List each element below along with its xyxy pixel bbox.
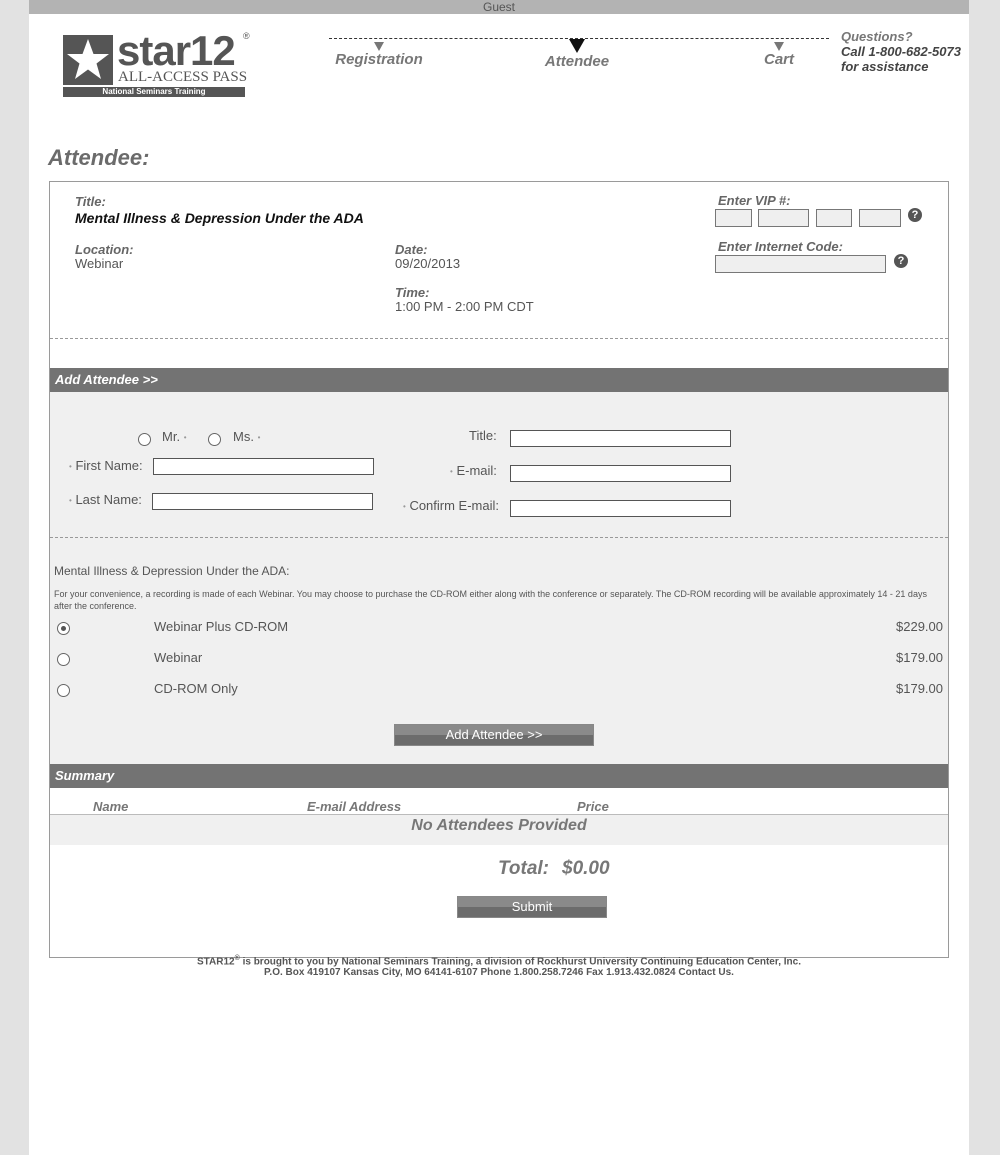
vip-input-3[interactable] [816,209,852,227]
option-cdrom-only-price: $179.00 [896,681,943,696]
footer-line-1: STAR12® is brought to you by National Se… [29,955,969,967]
time-label: Time: [395,285,430,300]
logo-bar: National Seminars Training [63,87,245,97]
email-label-text: E-mail: [456,463,497,478]
step-arrow-icon [374,42,384,51]
date-label: Date: [395,242,428,257]
logo-wordmark: star12 [117,27,236,74]
option-webinar-plus-cdrom-radio[interactable] [57,622,70,635]
required-mark: • [183,433,187,443]
product-note: For your convenience, a recording is mad… [54,589,927,611]
required-mark: • [257,433,261,443]
vip-input-1[interactable] [715,209,752,227]
title-field-label: Title: [469,428,497,443]
summary-header-label: Summary [55,768,115,783]
last-name-label: • Last Name: [69,492,142,507]
page-title: Attendee: [48,145,150,170]
location-value: Webinar [75,256,124,271]
vip-input-4[interactable] [859,209,901,227]
footer-line-2: P.O. Box 419107 Kansas City, MO 64141-61… [264,967,734,978]
step-registration[interactable]: Registration [329,42,429,68]
footer-line1-rest: is brought to you by National Seminars T… [239,956,801,968]
option-webinar-plus-cdrom-label: Webinar Plus CD-ROM [154,619,289,634]
option-webinar-price: $179.00 [896,650,943,665]
option-cdrom-only-label: CD-ROM Only [154,681,238,696]
add-attendee-header-label: Add Attendee >> [55,372,158,387]
step-label: Attendee [544,53,610,70]
guest-bar: Guest [29,0,969,14]
star-icon [63,35,113,85]
divider [50,537,948,538]
questions-heading: Questions? [841,29,913,44]
required-mark: • [69,496,72,506]
confirm-email-label: • Confirm E-mail: [403,498,499,513]
confirm-email-label-text: Confirm E-mail: [409,498,500,513]
email-input[interactable] [510,465,731,482]
title-input[interactable] [510,430,731,447]
summary-empty-row: No Attendees Provided [50,814,948,845]
option-webinar-label: Webinar [154,650,203,665]
internet-code-help-icon[interactable]: ? [894,254,908,268]
product-heading: Mental Illness & Depression Under the AD… [54,564,290,578]
last-name-label-text: Last Name: [75,492,142,507]
location-label: Location: [75,242,134,257]
summary-header: Summary [50,764,948,788]
confirm-email-input[interactable] [510,500,731,517]
first-name-label-text: First Name: [75,458,143,473]
step-label: Registration [335,51,423,68]
event-title-label: Title: [75,194,106,209]
last-name-input[interactable] [152,493,373,510]
add-attendee-panel: Mr. • Ms. • • First Name: • Last Name: T… [50,392,948,764]
total-value: $0.00 [562,858,610,879]
step-label: Cart [763,51,794,68]
event-title: Mental Illness & Depression Under the AD… [75,210,364,226]
summary-col-email: E-mail Address [307,799,402,814]
internet-code-input[interactable] [715,255,886,273]
step-arrow-icon [774,42,784,51]
salutation-mr-label: Mr. • [162,429,187,444]
questions-contact: Questions? Call 1-800-682-5073 for assis… [841,29,961,74]
required-mark: • [403,502,406,512]
date-value: 09/20/2013 [395,256,461,271]
salutation-mr-text: Mr. [162,429,181,444]
first-name-input[interactable] [153,458,374,475]
vip-label: Enter VIP #: [718,193,791,208]
page: Guest star12 ® ALL-ACCESS PASS National … [29,0,969,1155]
questions-assistance: for assistance [841,59,929,74]
step-attendee[interactable]: Attendee [527,39,627,70]
divider [50,338,948,339]
step-arrow-active-icon [569,39,585,53]
vip-help-icon[interactable]: ? [908,208,922,222]
email-label: • E-mail: [450,463,497,478]
option-webinar-plus-cdrom-price: $229.00 [896,619,943,634]
add-attendee-header: Add Attendee >> [50,368,948,392]
salutation-ms-label: Ms. • [233,429,260,444]
salutation-ms-text: Ms. [233,429,254,444]
logo-subtitle: ALL-ACCESS PASS [118,69,248,85]
star12-logo[interactable]: star12 ® ALL-ACCESS PASS National Semina… [63,27,253,99]
salutation-mr-radio[interactable] [138,433,151,446]
summary-col-price: Price [577,799,609,814]
logo-registered-mark: ® [243,31,250,41]
questions-phone: Call 1-800-682-5073 [841,44,961,59]
required-mark: • [69,462,72,472]
internet-code-label: Enter Internet Code: [718,239,843,254]
vip-input-2[interactable] [758,209,809,227]
option-webinar-radio[interactable] [57,653,70,666]
step-cart[interactable]: Cart [729,42,829,68]
total-label: Total: [498,858,550,879]
footer-brand: STAR12 [197,956,235,968]
summary-col-name: Name [93,799,129,814]
required-mark: • [450,467,453,477]
time-value: 1:00 PM - 2:00 PM CDT [395,299,534,314]
option-cdrom-only-radio[interactable] [57,684,70,697]
add-attendee-button[interactable]: Add Attendee >> [394,724,594,746]
first-name-label: • First Name: [69,458,143,473]
attendee-form-box: Title: Mental Illness & Depression Under… [49,181,949,958]
salutation-ms-radio[interactable] [208,433,221,446]
no-attendees-text: No Attendees Provided [411,817,587,834]
submit-button[interactable]: Submit [457,896,607,918]
